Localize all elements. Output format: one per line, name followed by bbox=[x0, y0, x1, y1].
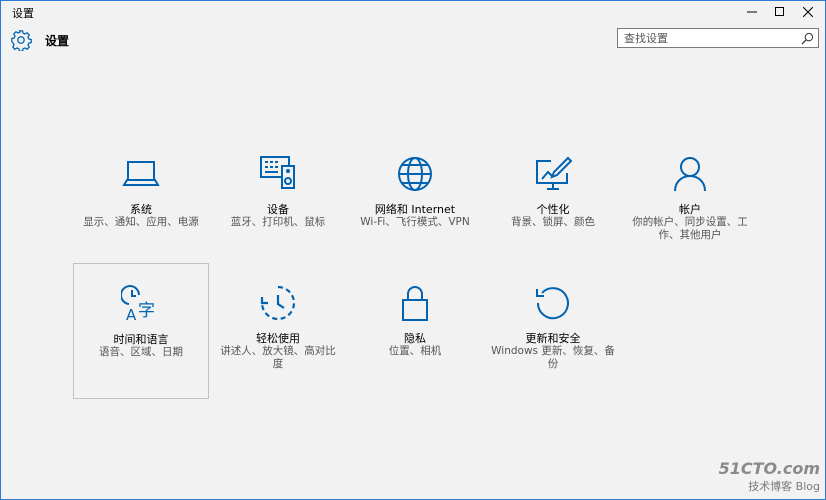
tile-name: 设备 bbox=[267, 203, 289, 216]
tile-ease-of-access[interactable]: 轻松使用 讲述人、放大镜、高对比度 bbox=[210, 263, 346, 399]
ease-of-access-icon bbox=[260, 285, 296, 321]
search-box[interactable] bbox=[617, 28, 819, 48]
svg-text:字: 字 bbox=[138, 301, 155, 321]
tile-description: 背景、锁屏、颜色 bbox=[511, 216, 595, 228]
person-icon bbox=[674, 157, 706, 192]
tile-description: 讲述人、放大镜、高对比度 bbox=[220, 345, 336, 370]
title-bar[interactable]: 设置 bbox=[1, 1, 825, 25]
watermark-logo: 51CTO.com bbox=[718, 459, 820, 478]
page-title: 设置 bbox=[45, 34, 70, 48]
tile-personalization[interactable]: 个性化 背景、锁屏、颜色 bbox=[485, 134, 621, 270]
tile-accounts[interactable]: 帐户 你的帐户、同步设置、工作、其他用户 bbox=[622, 134, 758, 270]
window-title: 设置 bbox=[12, 7, 34, 20]
personalization-icon bbox=[536, 156, 573, 190]
tile-name: 更新和安全 bbox=[525, 332, 581, 345]
devices-icon bbox=[260, 156, 295, 189]
tile-description: Windows 更新、恢复、备份 bbox=[491, 345, 615, 370]
tile-time-language[interactable]: A 字 时间和语言 语音、区域、日期 bbox=[73, 263, 209, 399]
watermark-subtitle: 技术博客 Blog bbox=[748, 480, 820, 493]
close-icon bbox=[803, 7, 813, 17]
tile-description: 你的帐户、同步设置、工作、其他用户 bbox=[632, 216, 748, 241]
tile-description: 语音、区域、日期 bbox=[99, 346, 183, 358]
lock-icon bbox=[402, 286, 428, 321]
gear-icon bbox=[11, 30, 32, 51]
laptop-icon bbox=[122, 161, 160, 186]
maximize-icon bbox=[775, 7, 784, 16]
settings-window: 设置 设置 系统 显示、通知、应用、电源 bbox=[0, 0, 826, 500]
close-button[interactable] bbox=[791, 1, 825, 23]
tile-description: 蓝牙、打印机、鼠标 bbox=[230, 216, 326, 228]
tile-description: 显示、通知、应用、电源 bbox=[83, 216, 199, 228]
tile-description: 位置、相机 bbox=[388, 345, 442, 357]
svg-text:A: A bbox=[126, 306, 137, 324]
search-icon[interactable] bbox=[801, 32, 814, 45]
tile-network[interactable]: 网络和 Internet Wi-Fi、飞行模式、VPN bbox=[347, 134, 483, 270]
tile-devices[interactable]: 设备 蓝牙、打印机、鼠标 bbox=[210, 134, 346, 270]
minimize-icon bbox=[747, 11, 757, 13]
tile-name: 时间和语言 bbox=[113, 333, 169, 346]
tile-system[interactable]: 系统 显示、通知、应用、电源 bbox=[73, 134, 209, 270]
update-icon bbox=[536, 287, 569, 320]
tile-name: 隐私 bbox=[404, 332, 426, 345]
tile-name: 帐户 bbox=[679, 203, 701, 216]
tile-name: 系统 bbox=[130, 203, 152, 216]
watermark: 51CTO.com 技术博客 Blog bbox=[719, 459, 820, 494]
search-input[interactable] bbox=[624, 31, 794, 45]
tile-name: 轻松使用 bbox=[256, 332, 300, 345]
tile-name: 网络和 Internet bbox=[374, 203, 456, 216]
tile-name: 个性化 bbox=[536, 203, 570, 216]
time-language-icon: A 字 bbox=[121, 285, 155, 324]
globe-icon bbox=[398, 157, 432, 191]
tile-description: Wi-Fi、飞行模式、VPN bbox=[360, 216, 470, 228]
tile-privacy[interactable]: 隐私 位置、相机 bbox=[347, 263, 483, 399]
tile-update-security[interactable]: 更新和安全 Windows 更新、恢复、备份 bbox=[485, 263, 621, 399]
